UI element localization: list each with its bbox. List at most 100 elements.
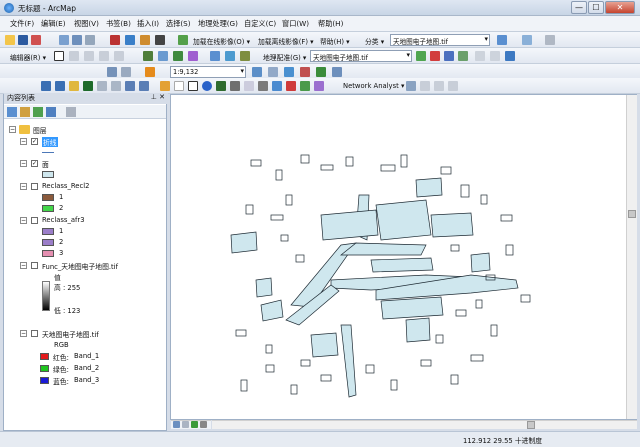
map-view[interactable]: [170, 94, 637, 420]
python-icon[interactable]: [155, 35, 165, 45]
redo-icon[interactable]: [121, 67, 131, 77]
add-xy-icon[interactable]: [145, 67, 155, 77]
go-to-xy-icon[interactable]: [272, 81, 282, 91]
georef-option-icon-2[interactable]: [490, 51, 500, 61]
layer-checkbox-polyline[interactable]: ✓: [31, 138, 38, 145]
maximize-button[interactable]: ☐: [588, 1, 604, 14]
layer-expander-reclass-afr3[interactable]: −: [20, 217, 27, 224]
map-tips-icon[interactable]: [284, 67, 294, 77]
menu-insert[interactable]: 插入(I): [137, 19, 159, 29]
georef-option-icon[interactable]: [475, 51, 485, 61]
georef-layer-combo[interactable]: 天地图电子地图.tif: [310, 50, 412, 62]
edit-vertices-icon[interactable]: [240, 51, 250, 61]
arctoolbox-icon[interactable]: [140, 35, 150, 45]
straight-segment-icon[interactable]: [84, 51, 94, 61]
fixed-zoom-in-icon[interactable]: [97, 81, 107, 91]
view-links-icon[interactable]: [458, 51, 468, 61]
layout-view-icon[interactable]: [522, 35, 532, 45]
measure-icon[interactable]: [300, 67, 310, 77]
measure-tool-icon[interactable]: [244, 81, 254, 91]
network-tool-icon-3[interactable]: [434, 81, 444, 91]
layer-label-polygon[interactable]: 面: [42, 159, 49, 169]
undo-icon[interactable]: [107, 67, 117, 77]
html-popup-icon[interactable]: [230, 81, 240, 91]
model-builder-icon[interactable]: [178, 35, 188, 45]
load-online-imagery-menu[interactable]: 加载在线影像(O) ▾: [193, 36, 250, 46]
forward-extent-icon[interactable]: [139, 81, 149, 91]
add-data-icon[interactable]: [31, 35, 41, 45]
refresh-view-icon[interactable]: [191, 421, 198, 428]
catalog-icon[interactable]: [110, 35, 120, 45]
clear-selection-icon[interactable]: [174, 81, 184, 91]
minimize-button[interactable]: —: [571, 1, 587, 14]
select-elements-icon[interactable]: [188, 81, 198, 91]
back-extent-icon[interactable]: [125, 81, 135, 91]
time-slider-icon[interactable]: [332, 67, 342, 77]
data-view-icon[interactable]: [173, 421, 180, 428]
menu-selection[interactable]: 选择(S): [166, 19, 191, 29]
open-folder-icon[interactable]: [5, 35, 15, 45]
layer-label-reclass-afr3[interactable]: Reclass_afr3: [42, 216, 85, 224]
find-icon[interactable]: [316, 67, 326, 77]
viewer-window-icon[interactable]: [300, 81, 310, 91]
menu-windows[interactable]: 窗口(W): [282, 19, 309, 29]
list-by-drawing-order-icon[interactable]: [7, 107, 17, 117]
layer-expander-polygon[interactable]: −: [20, 160, 27, 167]
layer-checkbox-tianditu[interactable]: [31, 330, 38, 337]
network-tool-icon-4[interactable]: [448, 81, 458, 91]
plugin-help-menu[interactable]: 帮助(H) ▾: [320, 36, 350, 46]
horizontal-scroll-thumb[interactable]: [527, 421, 535, 429]
menu-file[interactable]: 文件(F): [10, 19, 34, 29]
grid-icon[interactable]: [225, 51, 235, 61]
vertical-scroll-thumb[interactable]: [628, 210, 636, 218]
fixed-zoom-out-icon[interactable]: [111, 81, 121, 91]
georeferencing-menu[interactable]: 地理配准(G) ▾: [263, 52, 306, 62]
list-by-visibility-icon[interactable]: [33, 107, 43, 117]
add-control-points-icon[interactable]: [430, 51, 440, 61]
list-by-selection-icon[interactable]: [46, 107, 56, 117]
menu-view[interactable]: 视图(V): [74, 19, 99, 29]
layer-expander-tianditu[interactable]: −: [20, 330, 27, 337]
move-icon[interactable]: [173, 51, 183, 61]
layer-checkbox-polygon[interactable]: ✓: [31, 160, 38, 167]
full-extent-icon[interactable]: [252, 67, 262, 77]
network-tool-icon[interactable]: [406, 81, 416, 91]
menu-help[interactable]: 帮助(H): [318, 19, 343, 29]
georef-add-points-icon[interactable]: [143, 51, 153, 61]
layer-label-polyline[interactable]: 折线: [42, 137, 58, 147]
select-features-icon[interactable]: [160, 81, 170, 91]
trace-icon[interactable]: [114, 51, 124, 61]
layer-tool-icon[interactable]: [497, 35, 507, 45]
refresh-icon[interactable]: [505, 51, 515, 61]
cut-icon[interactable]: [59, 35, 69, 45]
editor-menu[interactable]: 编辑器(R) ▾: [10, 52, 46, 62]
menu-bookmarks[interactable]: 书签(B): [106, 19, 131, 29]
close-button[interactable]: ✕: [605, 1, 635, 14]
layer-expander-polyline[interactable]: −: [20, 138, 27, 145]
map-scale-combo[interactable]: 1:9,132: [170, 66, 246, 78]
hyperlink-icon[interactable]: [216, 81, 226, 91]
toolbar-options-icon[interactable]: [545, 35, 555, 45]
map-horizontal-scrollbar[interactable]: [212, 420, 637, 429]
georef-table-icon[interactable]: [158, 51, 168, 61]
toc-pin-close[interactable]: ⊥ ✕: [151, 93, 165, 101]
zoom-to-layer-icon[interactable]: [268, 67, 278, 77]
search-window-icon[interactable]: [125, 35, 135, 45]
find-route-icon[interactable]: [258, 81, 268, 91]
menu-geoprocessing[interactable]: 地理处理(G): [198, 19, 238, 29]
save-icon[interactable]: [18, 35, 28, 45]
endpoint-arc-icon[interactable]: [99, 51, 109, 61]
rotate-icon[interactable]: [188, 51, 198, 61]
menu-edit[interactable]: 编辑(E): [41, 19, 66, 29]
layers-root-expander[interactable]: −: [9, 126, 16, 133]
copy-icon[interactable]: [72, 35, 82, 45]
link-icon[interactable]: [444, 51, 454, 61]
delete-icon[interactable]: [85, 35, 95, 45]
pan-icon[interactable]: [69, 81, 79, 91]
layer-label-tianditu[interactable]: 天地图电子地图.tif: [42, 329, 99, 339]
map-vertical-scrollbar[interactable]: [626, 95, 637, 419]
identify-icon[interactable]: [202, 81, 212, 91]
layer-label-reclass-recl2[interactable]: Reclass_Recl2: [42, 182, 89, 190]
menu-customize[interactable]: 自定义(C): [244, 19, 276, 29]
open-time-slider-icon[interactable]: [286, 81, 296, 91]
